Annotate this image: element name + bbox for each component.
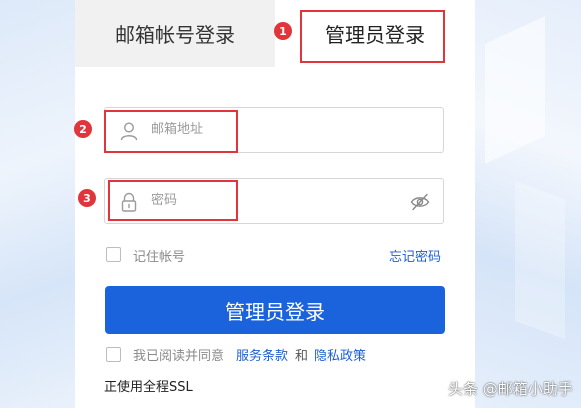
terms-of-service-link[interactable]: 服务条款 — [236, 345, 288, 364]
and-text: 和 — [295, 349, 309, 364]
tab-admin-login[interactable]: 管理员登录 — [275, 0, 475, 67]
lock-icon — [118, 191, 140, 213]
admin-login-button[interactable]: 管理员登录 — [105, 286, 445, 334]
tab-admin-login-label: 管理员登录 — [325, 23, 425, 47]
email-field[interactable]: 邮箱地址 — [104, 107, 444, 153]
agree-prefix-text: 我已阅读并同意 — [133, 349, 225, 364]
remember-account-checkbox[interactable] — [106, 247, 121, 262]
agree-terms-checkbox[interactable] — [106, 347, 121, 362]
tab-email-login[interactable]: 邮箱帐号登录 — [75, 0, 275, 67]
user-icon — [118, 120, 140, 142]
background-right — [475, 0, 581, 408]
password-field[interactable]: 密码 — [104, 178, 444, 224]
ssl-notice: 正使用全程SSL — [104, 380, 193, 395]
annotation-badge-1: 1 — [274, 22, 292, 40]
email-placeholder: 邮箱地址 — [151, 122, 204, 137]
forgot-password-link[interactable]: 忘记密码 — [389, 246, 441, 265]
annotation-badge-2: 2 — [74, 120, 92, 138]
password-placeholder: 密码 — [151, 193, 178, 208]
tab-email-login-label: 邮箱帐号登录 — [115, 23, 235, 47]
privacy-policy-link[interactable]: 隐私政策 — [314, 345, 366, 364]
background-left — [0, 0, 75, 408]
admin-login-button-label: 管理员登录 — [225, 299, 325, 324]
annotation-badge-3: 3 — [78, 189, 96, 207]
watermark: 头条 @邮箱小助手 — [448, 380, 573, 398]
remember-account-label: 记住帐号 — [133, 250, 186, 265]
eye-hidden-icon[interactable] — [409, 191, 431, 213]
